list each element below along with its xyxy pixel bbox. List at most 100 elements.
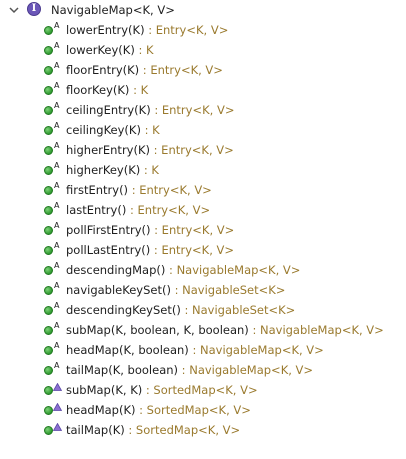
method-row[interactable]: AfirstEntry() : Entry<K, V> bbox=[0, 180, 406, 200]
method-row[interactable]: ApollFirstEntry() : Entry<K, V> bbox=[0, 220, 406, 240]
abstract-marker-icon: A bbox=[54, 201, 60, 210]
method-return-type: : Entry<K, V> bbox=[150, 243, 235, 257]
method-row[interactable]: AfloorKey(K) : K bbox=[0, 80, 406, 100]
abstract-marker-icon: A bbox=[54, 41, 60, 50]
abstract-marker-icon: A bbox=[54, 321, 60, 330]
method-label: pollFirstEntry() : Entry<K, V> bbox=[66, 220, 234, 240]
public-method-icon bbox=[44, 26, 53, 35]
method-row[interactable]: ApollLastEntry() : Entry<K, V> bbox=[0, 240, 406, 260]
method-signature: lowerKey(K) bbox=[66, 43, 135, 57]
method-label: headMap(K) : SortedMap<K, V> bbox=[66, 400, 251, 420]
abstract-marker-icon: A bbox=[54, 61, 60, 70]
abstract-marker-icon: A bbox=[54, 21, 60, 30]
public-method-icon bbox=[44, 346, 53, 355]
public-method-icon bbox=[44, 106, 53, 115]
method-row[interactable]: AsubMap(K, boolean, K, boolean) : Naviga… bbox=[0, 320, 406, 340]
abstract-marker-icon: A bbox=[54, 141, 60, 150]
method-row[interactable]: AlowerKey(K) : K bbox=[0, 40, 406, 60]
method-signature: tailMap(K, boolean) bbox=[66, 363, 179, 377]
public-method-icon bbox=[44, 86, 53, 95]
abstract-marker-icon: A bbox=[54, 101, 60, 110]
method-label: pollLastEntry() : Entry<K, V> bbox=[66, 240, 234, 260]
method-signature: tailMap(K) bbox=[66, 423, 125, 437]
abstract-marker-icon: A bbox=[54, 261, 60, 270]
method-row[interactable]: AheadMap(K, boolean) : NavigableMap<K, V… bbox=[0, 340, 406, 360]
public-method-icon bbox=[44, 126, 53, 135]
public-method-icon bbox=[44, 366, 53, 375]
method-return-type: : K bbox=[140, 123, 160, 137]
public-method-icon bbox=[44, 66, 53, 75]
method-label: higherEntry(K) : Entry<K, V> bbox=[66, 140, 234, 160]
method-row[interactable]: AceilingKey(K) : K bbox=[0, 120, 406, 140]
method-return-type: : SortedMap<K, V> bbox=[124, 423, 241, 437]
method-row[interactable]: AnavigableKeySet() : NavigableSet<K> bbox=[0, 280, 406, 300]
public-method-icon bbox=[44, 326, 53, 335]
method-signature: higherKey(K) bbox=[66, 163, 141, 177]
method-label: floorKey(K) : K bbox=[66, 80, 148, 100]
method-row[interactable]: AtailMap(K, boolean) : NavigableMap<K, V… bbox=[0, 360, 406, 380]
method-label: headMap(K, boolean) : NavigableMap<K, V> bbox=[66, 340, 324, 360]
method-row[interactable]: AlastEntry() : Entry<K, V> bbox=[0, 200, 406, 220]
root-label: NavigableMap<K, V> bbox=[51, 3, 175, 17]
method-label: firstEntry() : Entry<K, V> bbox=[66, 180, 212, 200]
method-signature: floorKey(K) bbox=[66, 83, 130, 97]
public-method-icon bbox=[44, 306, 53, 315]
method-signature: descendingMap() bbox=[66, 263, 166, 277]
method-return-type: : SortedMap<K, V> bbox=[142, 383, 258, 397]
method-label: lowerKey(K) : K bbox=[66, 40, 154, 60]
public-method-icon bbox=[44, 146, 53, 155]
method-signature: lastEntry() bbox=[66, 203, 127, 217]
public-method-icon bbox=[44, 166, 53, 175]
method-row[interactable]: AdescendingKeySet() : NavigableSet<K> bbox=[0, 300, 406, 320]
tree-root-row[interactable]: I NavigableMap<K, V> bbox=[0, 0, 406, 20]
method-signature: floorEntry(K) bbox=[66, 63, 140, 77]
public-method-icon bbox=[44, 286, 53, 295]
method-signature: ceilingKey(K) bbox=[66, 123, 141, 137]
method-row[interactable]: AlowerEntry(K) : Entry<K, V> bbox=[0, 20, 406, 40]
abstract-marker-icon: A bbox=[54, 221, 60, 230]
method-row[interactable]: AhigherEntry(K) : Entry<K, V> bbox=[0, 140, 406, 160]
method-label: subMap(K, boolean, K, boolean) : Navigab… bbox=[66, 320, 384, 340]
method-return-type: : NavigableSet<K> bbox=[180, 303, 296, 317]
abstract-marker-icon: A bbox=[54, 121, 60, 130]
abstract-marker-icon: A bbox=[54, 301, 60, 310]
method-return-type: : Entry<K, V> bbox=[126, 203, 211, 217]
public-method-icon bbox=[44, 46, 53, 55]
method-return-type: : Entry<K, V> bbox=[139, 63, 223, 77]
method-row[interactable]: headMap(K) : SortedMap<K, V> bbox=[0, 400, 406, 420]
method-signature: headMap(K, boolean) bbox=[66, 343, 189, 357]
method-row[interactable]: AdescendingMap() : NavigableMap<K, V> bbox=[0, 260, 406, 280]
method-label: descendingKeySet() : NavigableSet<K> bbox=[66, 300, 295, 320]
public-method-icon bbox=[44, 206, 53, 215]
outline-tree: I NavigableMap<K, V> AlowerEntry(K) : En… bbox=[0, 0, 406, 440]
method-row[interactable]: tailMap(K) : SortedMap<K, V> bbox=[0, 420, 406, 440]
method-row[interactable]: subMap(K, K) : SortedMap<K, V> bbox=[0, 380, 406, 400]
method-row[interactable]: AceilingEntry(K) : Entry<K, V> bbox=[0, 100, 406, 120]
public-method-icon bbox=[44, 226, 53, 235]
method-signature: lowerEntry(K) bbox=[66, 23, 145, 37]
method-list: AlowerEntry(K) : Entry<K, V> AlowerKey(K)… bbox=[0, 20, 406, 440]
abstract-marker-icon: A bbox=[54, 181, 60, 190]
default-method-marker-icon bbox=[53, 403, 62, 411]
method-label: ceilingEntry(K) : Entry<K, V> bbox=[66, 100, 234, 120]
public-method-icon bbox=[44, 246, 53, 255]
method-label: descendingMap() : NavigableMap<K, V> bbox=[66, 260, 300, 280]
public-method-icon bbox=[44, 406, 53, 415]
chevron-down-icon[interactable] bbox=[8, 4, 20, 16]
abstract-marker-icon: A bbox=[54, 81, 60, 90]
method-return-type: : NavigableMap<K, V> bbox=[178, 363, 314, 377]
method-return-type: : NavigableMap<K, V> bbox=[188, 343, 324, 357]
method-return-type: : Entry<K, V> bbox=[144, 23, 229, 37]
method-signature: pollFirstEntry() bbox=[66, 223, 151, 237]
method-label: ceilingKey(K) : K bbox=[66, 120, 160, 140]
default-method-marker-icon bbox=[53, 423, 62, 431]
method-return-type: : Entry<K, V> bbox=[150, 223, 235, 237]
abstract-marker-icon: A bbox=[54, 281, 60, 290]
method-return-type: : K bbox=[134, 43, 154, 57]
default-method-marker-icon bbox=[53, 383, 62, 391]
method-label: floorEntry(K) : Entry<K, V> bbox=[66, 60, 223, 80]
method-return-type: : K bbox=[129, 83, 149, 97]
method-row[interactable]: AhigherKey(K) : K bbox=[0, 160, 406, 180]
method-row[interactable]: AfloorEntry(K) : Entry<K, V> bbox=[0, 60, 406, 80]
method-return-type: : SortedMap<K, V> bbox=[135, 403, 251, 417]
